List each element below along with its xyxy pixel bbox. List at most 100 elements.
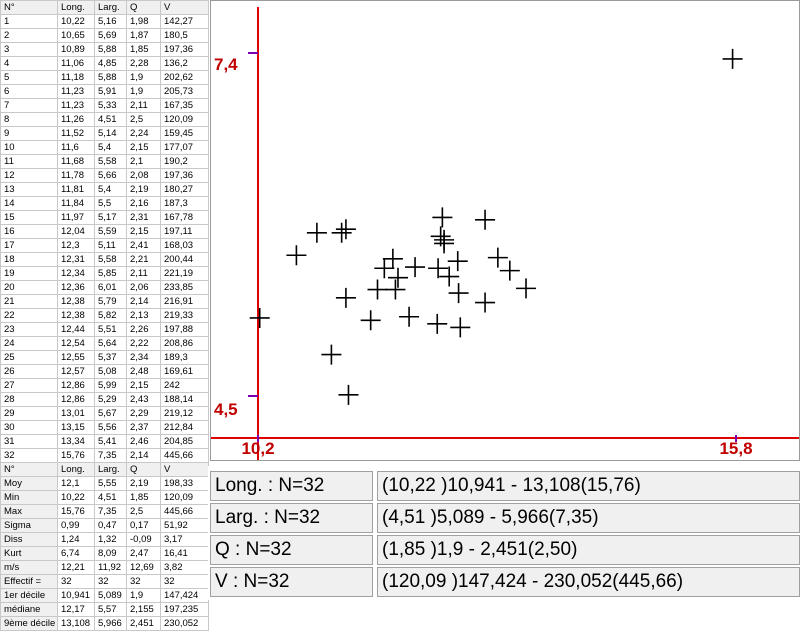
grid-cell[interactable]: 1,9 [126, 588, 161, 603]
grid-cell[interactable]: 5,29 [94, 392, 127, 407]
grid-cell[interactable]: 9 [0, 126, 58, 141]
grid-cell[interactable]: 2,47 [126, 546, 161, 561]
grid-cell[interactable]: 5,57 [94, 602, 127, 617]
grid-cell[interactable]: m/s [0, 560, 58, 575]
grid-cell[interactable]: 219,33 [160, 308, 209, 323]
grid-cell[interactable]: Moy [0, 476, 58, 491]
grid-cell[interactable]: 12,31 [57, 252, 95, 267]
grid-cell[interactable]: 15 [0, 210, 58, 225]
grid-cell[interactable]: 13,01 [57, 406, 95, 421]
grid-cell[interactable]: 120,09 [160, 490, 209, 505]
grid-cell[interactable]: 2,19 [126, 182, 161, 197]
grid-cell[interactable]: Diss [0, 532, 58, 547]
grid-cell[interactable]: 2,29 [126, 406, 161, 421]
grid-cell[interactable]: 7,35 [94, 448, 127, 463]
grid-cell[interactable]: 5,4 [94, 182, 127, 197]
grid-cell[interactable]: 12,3 [57, 238, 95, 253]
grid-cell[interactable]: 5,67 [94, 406, 127, 421]
table-row[interactable]: 16 12,04 5,59 2,15 197,11 [0, 224, 209, 239]
table-row[interactable]: 3 10,89 5,88 1,85 197,36 [0, 42, 209, 57]
grid-cell[interactable]: 5,5 [94, 196, 127, 211]
grid-cell[interactable]: 13,15 [57, 420, 95, 435]
grid-cell[interactable]: 0,99 [57, 518, 95, 533]
grid-cell[interactable]: 31 [0, 434, 58, 449]
grid-cell[interactable]: 5,91 [94, 84, 127, 99]
table-row[interactable]: 4 11,06 4,85 2,28 136,2 [0, 56, 209, 71]
grid-cell[interactable]: 2,15 [126, 378, 161, 393]
grid-cell[interactable]: 9ème décile [0, 616, 58, 631]
table-row[interactable]: 26 12,57 5,08 2,48 169,61 [0, 364, 209, 379]
table-row[interactable]: 19 12,34 5,85 2,11 221,19 [0, 266, 209, 281]
grid-cell[interactable]: 21 [0, 294, 58, 309]
grid-cell[interactable]: 12,36 [57, 280, 95, 295]
table-row[interactable]: 31 13,34 5,41 2,46 204,85 [0, 434, 209, 449]
grid-cell[interactable]: 1,32 [94, 532, 127, 547]
grid-cell[interactable]: 5,17 [94, 210, 127, 225]
grid-cell[interactable]: 32 [126, 574, 161, 589]
grid-cell[interactable]: 12,04 [57, 224, 95, 239]
grid-cell[interactable]: 5,41 [94, 434, 127, 449]
grid-cell[interactable]: 5,4 [94, 140, 127, 155]
grid-cell[interactable]: 12,69 [126, 560, 161, 575]
grid-cell[interactable]: 1,85 [126, 42, 161, 57]
grid-cell[interactable]: 2,11 [126, 266, 161, 281]
grid-cell[interactable]: 11,52 [57, 126, 95, 141]
grid-cell[interactable]: 5,85 [94, 266, 127, 281]
grid-cell[interactable]: 2,16 [126, 196, 161, 211]
grid-cell[interactable]: 8,09 [94, 546, 127, 561]
grid-cell[interactable]: 159,45 [160, 126, 209, 141]
grid-cell[interactable]: 147,424 [160, 588, 209, 603]
table-row[interactable]: 7 11,23 5,33 2,11 167,35 [0, 98, 209, 113]
grid-cell[interactable]: 5,966 [94, 616, 127, 631]
grid-cell[interactable]: 29 [0, 406, 58, 421]
grid-cell[interactable]: 5,14 [94, 126, 127, 141]
grid-cell[interactable]: 16 [0, 224, 58, 239]
stats-row[interactable]: Diss 1,24 1,32 -0,09 3,17 [0, 532, 209, 547]
grid-cell[interactable]: 5,82 [94, 308, 127, 323]
grid-cell[interactable]: 30 [0, 420, 58, 435]
grid-cell[interactable]: 4,85 [94, 56, 127, 71]
grid-header-row[interactable]: N° Long. Larg. Q V [0, 0, 209, 15]
grid-cell[interactable]: 4 [0, 56, 58, 71]
grid-cell[interactable]: 2,11 [126, 98, 161, 113]
grid-cell[interactable]: 15,76 [57, 448, 95, 463]
grid-cell[interactable]: 5,56 [94, 420, 127, 435]
grid-cell[interactable]: 5,16 [94, 14, 127, 29]
grid-cell[interactable]: 445,66 [160, 448, 209, 463]
table-row[interactable]: 22 12,38 5,82 2,13 219,33 [0, 308, 209, 323]
table-row[interactable]: 15 11,97 5,17 2,31 167,78 [0, 210, 209, 225]
stats-row[interactable]: Moy 12,1 5,55 2,19 198,33 [0, 476, 209, 491]
grid-cell[interactable]: 11,06 [57, 56, 95, 71]
grid-cell[interactable]: 11,92 [94, 560, 127, 575]
grid-cell[interactable]: 11,23 [57, 98, 95, 113]
grid-cell[interactable]: 2,451 [126, 616, 161, 631]
grid-cell[interactable]: 32 [160, 574, 209, 589]
grid-cell[interactable]: 13,108 [57, 616, 95, 631]
table-row[interactable]: 2 10,65 5,69 1,87 180,5 [0, 28, 209, 43]
data-grid[interactable]: N° Long. Larg. Q V 1 10,22 5,16 1,98 142,27 2 10,65… [0, 0, 209, 631]
grid-cell[interactable]: 188,14 [160, 392, 209, 407]
grid-cell[interactable]: 202,62 [160, 70, 209, 85]
table-row[interactable]: 10 11,6 5,4 2,15 177,07 [0, 140, 209, 155]
grid-cell[interactable]: 19 [0, 266, 58, 281]
grid-cell[interactable]: 5,089 [94, 588, 127, 603]
table-row[interactable]: 1 10,22 5,16 1,98 142,27 [0, 14, 209, 29]
table-row[interactable]: 32 15,76 7,35 2,14 445,66 [0, 448, 209, 463]
grid-cell[interactable]: 15,76 [57, 504, 95, 519]
grid-cell[interactable]: 5,58 [94, 252, 127, 267]
grid-cell[interactable]: 5,08 [94, 364, 127, 379]
table-row[interactable]: 29 13,01 5,67 2,29 219,12 [0, 406, 209, 421]
grid-cell[interactable]: 0,47 [94, 518, 127, 533]
grid-cell[interactable]: 169,61 [160, 364, 209, 379]
stats-row[interactable]: m/s 12,21 11,92 12,69 3,82 [0, 560, 209, 575]
grid-cell[interactable]: 23 [0, 322, 58, 337]
grid-cell[interactable]: 12,54 [57, 336, 95, 351]
grid-cell[interactable]: 26 [0, 364, 58, 379]
grid-cell[interactable]: 5,88 [94, 70, 127, 85]
table-row[interactable]: 14 11,84 5,5 2,16 187,3 [0, 196, 209, 211]
grid-cell[interactable]: 5,88 [94, 42, 127, 57]
grid-cell[interactable]: 190,2 [160, 154, 209, 169]
stats-row[interactable]: 9ème décile 13,108 5,966 2,451 230,052 [0, 616, 209, 631]
grid-cell[interactable]: 10,65 [57, 28, 95, 43]
grid-cell[interactable]: 2,22 [126, 336, 161, 351]
